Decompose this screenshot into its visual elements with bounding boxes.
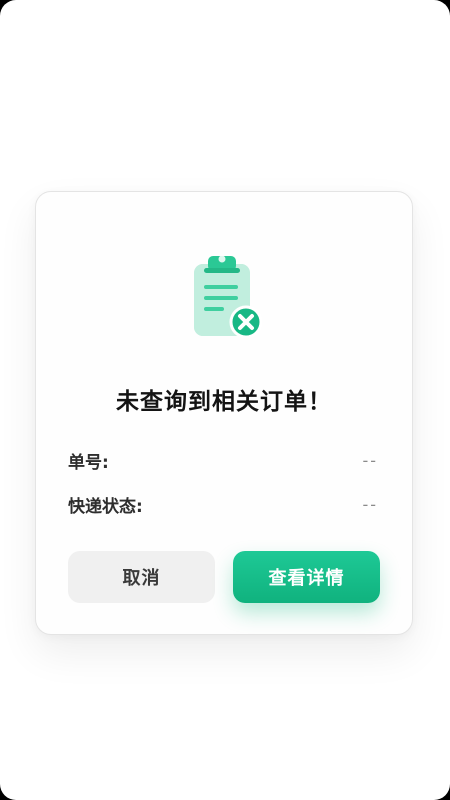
app-screen: 未查询到相关订单！ 单号: -- 快递状态: -- 取消 查看详情 [0,0,450,800]
view-details-button[interactable]: 查看详情 [233,551,380,603]
order-number-value: -- [362,450,378,470]
delivery-status-label: 快递状态: [68,496,143,517]
order-number-row: 单号: -- [68,446,378,474]
delivery-status-row: 快递状态: -- [68,490,378,518]
order-not-found-dialog: 未查询到相关订单！ 单号: -- 快递状态: -- 取消 查看详情 [35,191,413,635]
order-number-label: 单号: [68,452,109,473]
delivery-status-value: -- [362,494,378,514]
dialog-title: 未查询到相关订单！ [116,389,332,415]
cancel-button[interactable]: 取消 [68,551,215,603]
clipboard-x-icon [191,252,271,342]
